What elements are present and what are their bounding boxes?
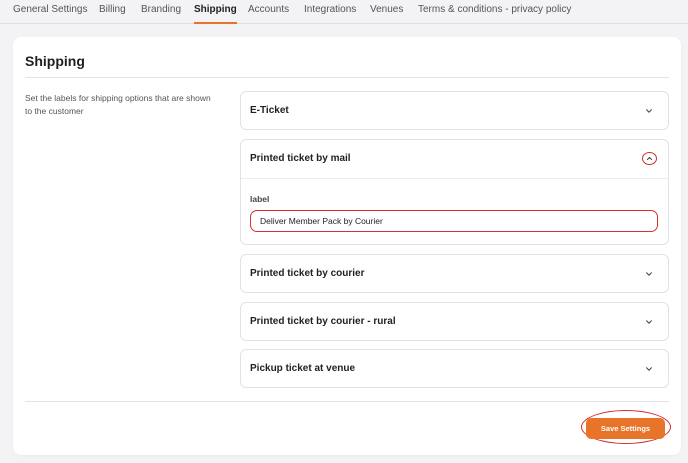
shipping-option-printed-courier-rural[interactable]: Printed ticket by courier - rural (240, 302, 669, 341)
shipping-option-pickup-venue[interactable]: Pickup ticket at venue (240, 349, 669, 388)
shipping-option-e-ticket[interactable]: E-Ticket (240, 91, 669, 130)
tab-terms-privacy[interactable]: Terms & conditions - privacy policy (418, 4, 571, 24)
chevron-up-icon[interactable] (642, 152, 657, 165)
tab-shipping[interactable]: Shipping (194, 4, 237, 24)
shipping-option-title: Printed ticket by courier - rural (250, 316, 396, 327)
chevron-down-icon[interactable] (644, 269, 654, 279)
tab-venues[interactable]: Venues (370, 4, 403, 24)
chevron-down-icon[interactable] (644, 106, 654, 116)
shipping-option-title: Pickup ticket at venue (250, 363, 356, 374)
tab-accounts[interactable]: Accounts (248, 4, 289, 24)
shipping-option-printed-mail[interactable]: Printed ticket by mail label (240, 139, 669, 245)
shipping-option-printed-courier[interactable]: Printed ticket by courier (240, 254, 669, 293)
panel-divider (241, 178, 668, 179)
tab-branding[interactable]: Branding (141, 4, 181, 24)
settings-tab-bar: General Settings Billing Branding Shippi… (0, 0, 688, 24)
tab-integrations[interactable]: Integrations (304, 4, 356, 24)
shipping-option-title: Printed ticket by mail (250, 153, 351, 164)
chevron-down-icon[interactable] (644, 317, 654, 327)
section-title: Shipping (25, 53, 85, 69)
section-description: Set the labels for shipping options that… (25, 93, 211, 116)
tab-general-settings[interactable]: General Settings (13, 4, 88, 24)
chevron-down-icon[interactable] (644, 364, 654, 374)
title-divider (25, 77, 669, 78)
shipping-settings-card: Shipping Set the labels for shipping opt… (13, 37, 681, 455)
label-field-label: label (250, 194, 270, 204)
shipping-option-title: Printed ticket by courier (250, 268, 365, 279)
label-input[interactable] (250, 210, 658, 232)
tab-billing[interactable]: Billing (99, 4, 126, 24)
footer-divider (25, 401, 669, 402)
shipping-option-title: E-Ticket (250, 105, 289, 116)
save-settings-button[interactable]: Save Settings (586, 418, 665, 439)
